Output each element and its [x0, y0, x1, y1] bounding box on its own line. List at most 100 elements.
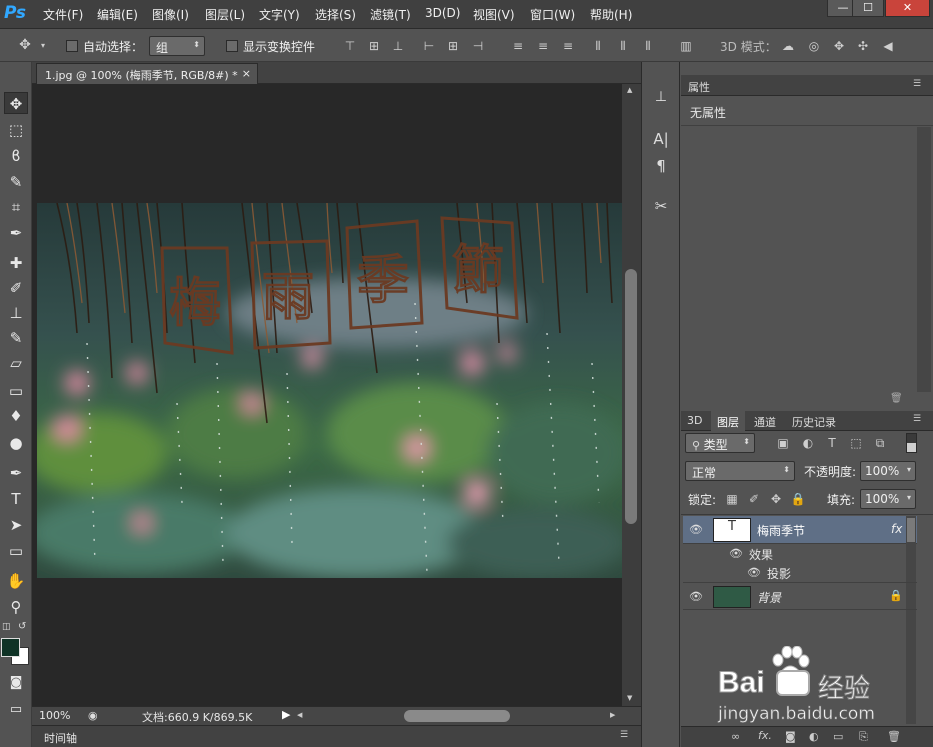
quick-select-tool-icon[interactable]: ✎: [4, 171, 28, 193]
properties-scrollbar[interactable]: [917, 127, 931, 392]
menu-edit[interactable]: 编辑(E): [97, 6, 138, 23]
layer-fx-icon[interactable]: fx: [891, 522, 902, 536]
eraser-tool-icon[interactable]: ▱: [4, 352, 28, 374]
swap-colors-icon[interactable]: ↺: [18, 621, 30, 633]
document-image[interactable]: 梅 雨 季 節: [37, 203, 622, 578]
panel-menu-icon[interactable]: ☰: [620, 730, 628, 740]
new-adjustment-icon[interactable]: ◐: [809, 730, 819, 743]
menu-select[interactable]: 选择(S): [315, 6, 356, 23]
align-top-icon[interactable]: ⊤: [342, 38, 358, 54]
layer-name[interactable]: 梅雨季节: [757, 522, 805, 539]
align-left-icon[interactable]: ⊢: [421, 38, 437, 54]
opacity-input[interactable]: 100% ▾: [860, 461, 916, 481]
show-transform-checkbox[interactable]: [226, 40, 238, 52]
dodge-tool-icon[interactable]: ●: [4, 432, 28, 454]
clone-stamp-tool-icon[interactable]: ⊥: [4, 302, 28, 324]
filter-adjustment-icon[interactable]: ◐: [800, 435, 816, 451]
timeline-panel-tab[interactable]: 时间轴 ☰: [32, 725, 641, 747]
close-button[interactable]: ✕: [885, 0, 930, 17]
quick-mask-icon[interactable]: ◙: [4, 672, 28, 694]
lock-position-icon[interactable]: ✥: [768, 491, 784, 507]
marquee-tool-icon[interactable]: ⬚: [4, 119, 28, 141]
vertical-scrollbar[interactable]: ▲ ▼: [622, 84, 641, 706]
history-brush-tool-icon[interactable]: ✎: [4, 327, 28, 349]
auto-align-icon[interactable]: ▥: [678, 38, 694, 54]
filter-pixel-icon[interactable]: ▣: [775, 435, 791, 451]
properties-menu-icon[interactable]: ☰: [913, 79, 921, 89]
layer-effect-drop-shadow-row[interactable]: 👁 投影: [683, 563, 917, 583]
auto-select-checkbox[interactable]: [66, 40, 78, 52]
tool-presets-icon[interactable]: ✂: [650, 197, 672, 219]
scroll-down-icon[interactable]: ▼: [627, 694, 632, 702]
layer-row-background[interactable]: 👁 背景 🔒: [683, 584, 917, 610]
new-layer-icon[interactable]: ⎘: [859, 730, 868, 744]
layers-menu-icon[interactable]: ☰: [913, 414, 921, 424]
align-bottom-icon[interactable]: ⊥: [390, 38, 406, 54]
layer-effects-row[interactable]: 👁 效果: [683, 544, 917, 564]
scroll-right-icon[interactable]: ▶: [610, 711, 615, 719]
tab-layers[interactable]: 图层: [711, 411, 745, 431]
close-tab-icon[interactable]: ×: [242, 67, 251, 80]
fill-input[interactable]: 100% ▾: [860, 489, 916, 509]
menu-image[interactable]: 图像(I): [152, 6, 189, 23]
zoom-level[interactable]: 100%: [39, 709, 70, 722]
auto-select-dropdown[interactable]: 组 ⬍: [149, 36, 205, 56]
paragraph-panel-icon[interactable]: ¶: [650, 157, 672, 179]
link-layers-icon[interactable]: ∞: [731, 730, 740, 743]
scroll-up-icon[interactable]: ▲: [627, 86, 632, 94]
foreground-color-swatch[interactable]: [1, 638, 20, 657]
add-style-icon[interactable]: fx.: [758, 729, 772, 742]
filter-shape-icon[interactable]: ⬚: [848, 435, 864, 451]
eyedropper-tool-icon[interactable]: ✒: [4, 222, 28, 244]
eye-icon[interactable]: 👁: [747, 566, 761, 580]
blur-tool-icon[interactable]: ♦: [4, 405, 28, 427]
lasso-tool-icon[interactable]: ϐ: [4, 145, 28, 167]
vertical-scroll-thumb[interactable]: [625, 269, 637, 524]
brush-tool-icon[interactable]: ✐: [4, 277, 28, 299]
document-tab[interactable]: 1.jpg @ 100% (梅雨季节, RGB/8#) * ×: [36, 63, 258, 84]
lock-pixels-icon[interactable]: ✐: [746, 491, 762, 507]
align-vcenter-icon[interactable]: ⊞: [366, 38, 382, 54]
menu-filter[interactable]: 滤镜(T): [370, 6, 411, 23]
lock-transparent-icon[interactable]: ▦: [724, 491, 740, 507]
shape-tool-icon[interactable]: ▭: [4, 540, 28, 562]
blend-mode-dropdown[interactable]: 正常 ⬍: [685, 461, 795, 481]
eye-icon[interactable]: 👁: [689, 590, 703, 604]
type-tool-icon[interactable]: T: [4, 488, 28, 510]
tab-3d[interactable]: 3D: [687, 414, 702, 427]
3d-scale-icon[interactable]: ◀: [880, 38, 896, 54]
distribute-right-icon[interactable]: ⦀: [640, 38, 656, 54]
filter-toggle[interactable]: [906, 433, 917, 453]
align-hcenter-icon[interactable]: ⊞: [445, 38, 461, 54]
align-right-icon[interactable]: ⊣: [470, 38, 486, 54]
preset-dropdown-icon[interactable]: ▾: [35, 38, 51, 54]
status-info-icon[interactable]: ◉: [88, 709, 98, 722]
lock-all-icon[interactable]: 🔒: [790, 491, 806, 507]
screen-mode-icon[interactable]: ▭: [4, 699, 28, 721]
layer-name[interactable]: 背景: [757, 589, 781, 606]
menu-3d[interactable]: 3D(D): [425, 6, 460, 20]
pen-tool-icon[interactable]: ✒: [4, 462, 28, 484]
menu-layer[interactable]: 图层(L): [205, 6, 245, 23]
character-panel-icon[interactable]: A|: [650, 130, 672, 152]
distribute-left-icon[interactable]: ⦀: [590, 38, 606, 54]
layer-row-text[interactable]: 👁 T 梅雨季节 fx: [683, 516, 917, 544]
menu-file[interactable]: 文件(F): [43, 6, 83, 23]
3d-rotate-icon[interactable]: ☁: [780, 38, 796, 54]
status-menu-arrow-icon[interactable]: ▶: [282, 708, 290, 721]
eye-icon[interactable]: 👁: [689, 523, 703, 537]
distribute-hcenter-icon[interactable]: ⦀: [615, 38, 631, 54]
menu-help[interactable]: 帮助(H): [590, 6, 632, 23]
filter-smart-object-icon[interactable]: ⧉: [872, 435, 888, 451]
default-colors-icon[interactable]: ◫: [2, 622, 12, 632]
hand-tool-icon[interactable]: ✋: [4, 570, 28, 592]
gradient-tool-icon[interactable]: ▭: [4, 380, 28, 402]
canvas-area[interactable]: 梅 雨 季 節: [32, 84, 622, 706]
maximize-button[interactable]: ☐: [852, 0, 884, 17]
horizontal-scroll-thumb[interactable]: [404, 710, 510, 722]
new-group-icon[interactable]: ▭: [833, 730, 843, 743]
distribute-top-icon[interactable]: ≡: [510, 38, 526, 54]
add-mask-icon[interactable]: ◙: [785, 730, 796, 743]
move-tool-icon[interactable]: ✥: [4, 92, 28, 114]
3d-slide-icon[interactable]: ✣: [855, 38, 871, 54]
